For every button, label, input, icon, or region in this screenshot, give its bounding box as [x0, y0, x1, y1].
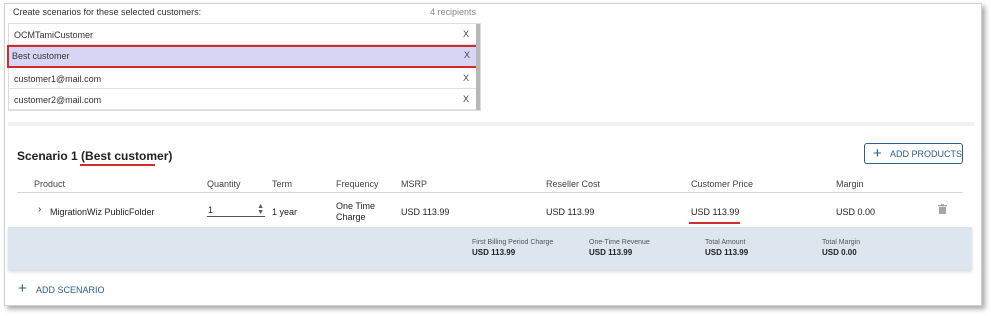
- add-products-button[interactable]: + ADD PRODUCTS: [864, 143, 963, 164]
- plus-icon: +: [873, 145, 882, 162]
- scenario-customer-name: Best customer: [85, 149, 169, 163]
- recipients-scrollbar[interactable]: [476, 24, 480, 110]
- margin-value: USD 0.00: [836, 207, 876, 217]
- total-label-first-billing: First Billing Period Charge: [472, 239, 554, 246]
- total-value-one-time-revenue: USD 113.99: [589, 248, 633, 257]
- section-divider: [8, 122, 974, 126]
- recipient-name: OCMTamiCustomer: [14, 30, 94, 40]
- column-header-product[interactable]: Product: [34, 179, 65, 189]
- table-header-divider: [17, 192, 963, 193]
- add-scenario-button[interactable]: + ADD SCENARIO: [18, 280, 108, 297]
- recipients-list: OCMTamiCustomer X Best customer X custom…: [7, 23, 481, 111]
- plus-icon: +: [18, 280, 27, 297]
- recipients-title: Create scenarios for these selected cust…: [13, 7, 202, 17]
- total-value-total-amount: USD 113.99: [705, 248, 749, 257]
- frequency-line1: One Time: [336, 201, 376, 211]
- recipient-item[interactable]: customer2@mail.com X: [9, 89, 477, 110]
- remove-recipient-button[interactable]: X: [464, 50, 470, 60]
- add-scenario-label: ADD SCENARIO: [36, 285, 105, 295]
- recipient-name: Best customer: [12, 51, 70, 61]
- recipient-item[interactable]: OCMTamiCustomer X: [9, 24, 477, 45]
- column-header-reseller-cost[interactable]: Reseller Cost: [546, 179, 600, 189]
- column-header-frequency[interactable]: Frequency: [336, 179, 379, 189]
- recipients-count: 4 recipients: [429, 7, 476, 17]
- quantity-value: 1: [208, 205, 214, 215]
- total-label-total-margin: Total Margin: [822, 239, 861, 246]
- reseller-cost-value: USD 113.99: [546, 207, 595, 217]
- column-header-msrp[interactable]: MSRP: [401, 179, 427, 189]
- quantity-stepper[interactable]: 1 ▲ ▼: [207, 203, 265, 217]
- recipient-item-selected[interactable]: Best customer X: [7, 45, 478, 68]
- total-label-one-time-revenue: One-Time Revenue: [589, 239, 650, 246]
- column-header-term[interactable]: Term: [272, 179, 292, 189]
- trash-icon[interactable]: [938, 204, 947, 214]
- column-header-customer-price[interactable]: Customer Price: [691, 179, 753, 189]
- frequency-line2: Charge: [336, 212, 366, 222]
- scenario-title: Scenario 1 (Best customer): [17, 149, 172, 163]
- recipients-header: Create scenarios for these selected cust…: [13, 7, 476, 19]
- recipient-name: customer2@mail.com: [14, 95, 102, 105]
- scenario-title-prefix: Scenario 1 (: [17, 149, 86, 163]
- msrp-value: USD 113.99: [401, 207, 450, 217]
- add-products-label: ADD PRODUCTS: [890, 149, 963, 159]
- remove-recipient-button[interactable]: X: [463, 29, 469, 39]
- customer-price-highlight: [689, 222, 740, 224]
- total-value-first-billing: USD 113.99: [472, 248, 516, 257]
- remove-recipient-button[interactable]: X: [463, 94, 469, 104]
- column-header-quantity[interactable]: Quantity: [207, 179, 241, 189]
- product-name: MigrationWiz PublicFolder: [50, 207, 155, 217]
- scenario-title-suffix: ): [168, 149, 173, 163]
- term-value: 1 year: [272, 207, 298, 217]
- total-value-total-margin: USD 0.00: [822, 248, 857, 257]
- recipient-name: customer1@mail.com: [14, 74, 102, 84]
- customer-name-highlight: [80, 164, 155, 166]
- recipient-item[interactable]: customer1@mail.com X: [9, 68, 477, 89]
- expand-chevron-icon[interactable]: ›: [38, 204, 41, 215]
- customer-price-value[interactable]: USD 113.99: [691, 207, 739, 217]
- column-header-margin[interactable]: Margin: [836, 179, 864, 189]
- spinner-arrows-icon[interactable]: ▲ ▼: [257, 203, 264, 216]
- total-label-total-amount: Total Amount: [705, 239, 746, 246]
- remove-recipient-button[interactable]: X: [463, 73, 469, 83]
